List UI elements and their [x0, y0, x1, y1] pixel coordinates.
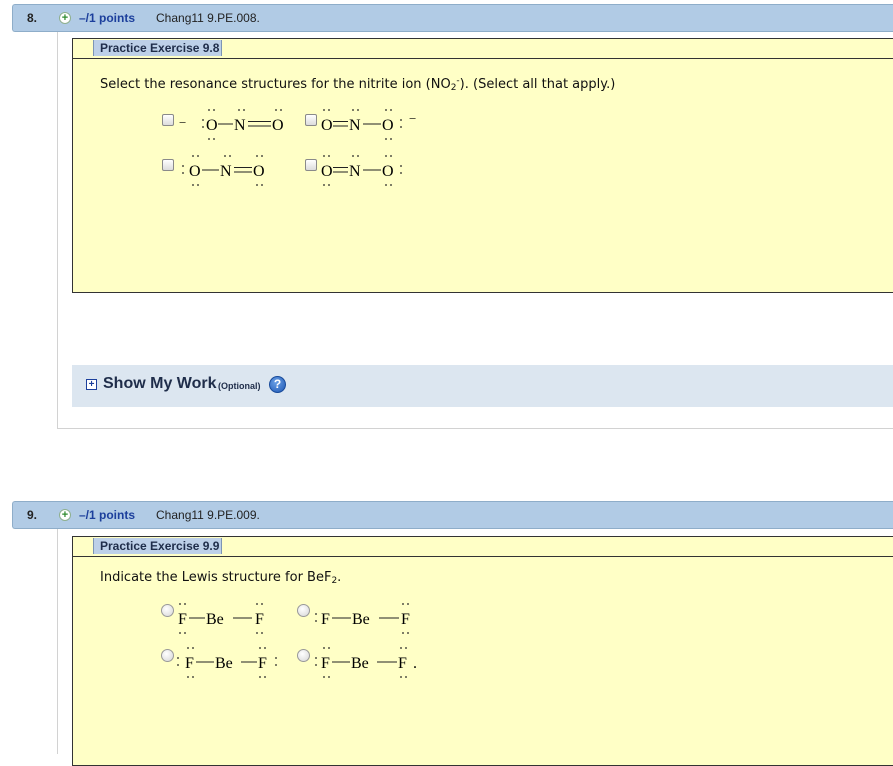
- atom-n: N: [349, 117, 361, 134]
- charge-minus: −: [409, 111, 416, 126]
- exercise-title-bar: Practice Exercise 9.9: [73, 537, 893, 557]
- atom-o-right: O: [253, 163, 265, 180]
- points-label: –/1 points: [79, 11, 136, 25]
- atom-o-left: O: [321, 163, 333, 180]
- atom-be: Be: [352, 611, 370, 628]
- atom-f-left: F: [321, 611, 330, 628]
- answer-radio-3[interactable]: [161, 649, 174, 662]
- show-my-work-bar[interactable]: + Show My Work (Optional) ?: [72, 365, 893, 407]
- show-my-work-label[interactable]: Show My Work: [103, 375, 217, 393]
- exercise-box-9: Practice Exercise 9.9 Indicate the Lewis…: [72, 536, 893, 766]
- lewis-structure-option-2: F Be F: [315, 603, 410, 634]
- atom-o-right: O: [382, 163, 394, 180]
- optional-label: (Optional): [218, 381, 261, 391]
- exercise-box-8: Practice Exercise 9.8 Select the resonan…: [72, 38, 893, 293]
- trailing-dot: .: [413, 655, 417, 672]
- question-8-header: 8. + –/1 points Chang11 9.PE.008.: [12, 4, 893, 32]
- atom-f-right: F: [401, 611, 410, 628]
- expand-plus-icon[interactable]: +: [59, 12, 71, 24]
- question-code: Chang11 9.PE.008.: [156, 11, 260, 25]
- atom-be: Be: [351, 655, 369, 672]
- answer-checkbox-3[interactable]: [162, 159, 174, 171]
- lewis-structure-option-3: O N O: [182, 155, 265, 186]
- answer-radio-1[interactable]: [161, 604, 174, 617]
- atom-n: N: [220, 163, 232, 180]
- question-code: Chang11 9.PE.009.: [156, 508, 260, 522]
- atom-n: N: [234, 117, 246, 134]
- atom-be: Be: [215, 655, 233, 672]
- atom-f-left: F: [321, 655, 330, 672]
- points-label: –/1 points: [79, 508, 136, 522]
- question-prompt: Indicate the Lewis structure for BeF2.: [100, 570, 342, 586]
- lewis-structure-option-4: F Be F .: [315, 647, 417, 678]
- atom-f-right: F: [398, 655, 407, 672]
- atom-f-left: F: [178, 611, 187, 628]
- lewis-structure-option-1: − O N O: [179, 109, 284, 140]
- atom-f-left: F: [185, 655, 194, 672]
- plus-box-icon[interactable]: +: [86, 379, 97, 390]
- atom-o-left: O: [189, 163, 201, 180]
- atom-o-right: O: [382, 117, 394, 134]
- answer-checkbox-1[interactable]: [162, 114, 174, 126]
- question-prompt: Select the resonance structures for the …: [100, 76, 616, 93]
- question-number: 9.: [27, 508, 38, 522]
- atom-o-left: O: [321, 117, 333, 134]
- atom-f-right: F: [255, 611, 264, 628]
- atom-f-right: F: [258, 655, 267, 672]
- atom-be: Be: [206, 611, 224, 628]
- atom-o-right: O: [272, 117, 284, 134]
- answer-checkbox-2[interactable]: [305, 114, 317, 126]
- question-number: 8.: [27, 11, 38, 25]
- answer-radio-4[interactable]: [297, 649, 310, 662]
- question-9-header: 9. + –/1 points Chang11 9.PE.009.: [12, 501, 893, 529]
- lewis-structure-option-3: F Be F: [177, 647, 277, 678]
- exercise-title: Practice Exercise 9.8: [93, 40, 223, 56]
- exercise-title: Practice Exercise 9.9: [93, 538, 223, 554]
- atom-o-left: O: [206, 117, 218, 134]
- exercise-title-bar: Practice Exercise 9.8: [73, 39, 893, 59]
- atom-n: N: [349, 163, 361, 180]
- charge-minus: −: [179, 115, 186, 130]
- question-circle-icon[interactable]: ?: [269, 376, 286, 393]
- lewis-structure-option-1: F Be F: [178, 603, 264, 634]
- lewis-structure-option-2: O N O −: [321, 109, 416, 140]
- answer-checkbox-4[interactable]: [305, 159, 317, 171]
- answer-radio-2[interactable]: [297, 604, 310, 617]
- expand-plus-icon[interactable]: +: [59, 509, 71, 521]
- lewis-structure-option-4: O N O: [321, 155, 402, 186]
